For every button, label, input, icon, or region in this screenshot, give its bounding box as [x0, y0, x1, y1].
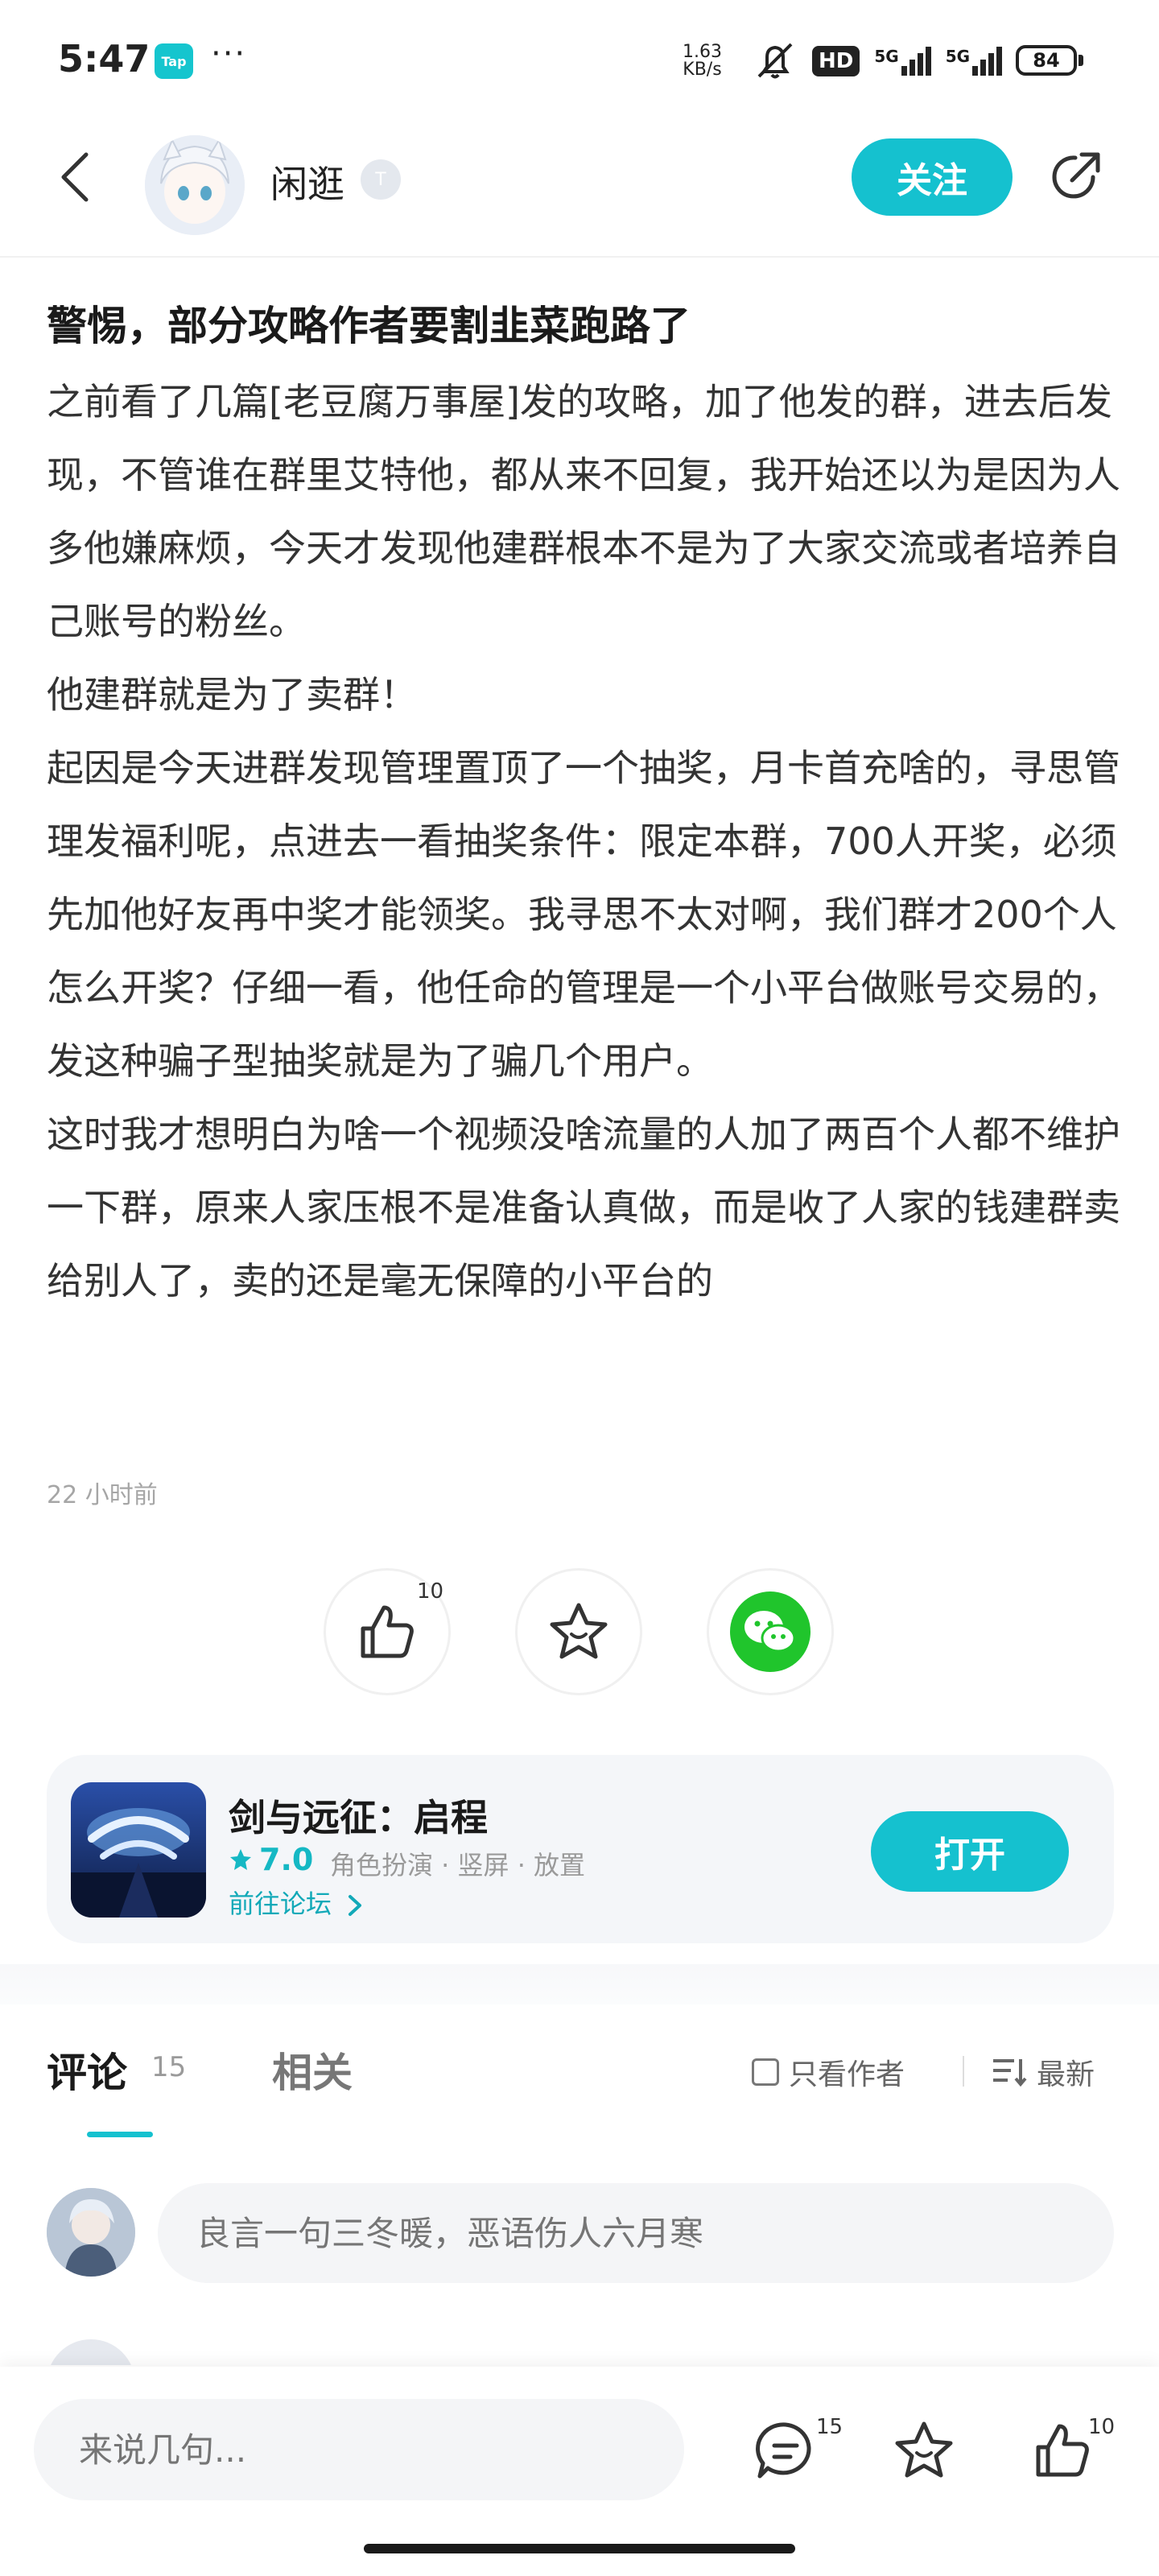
- game-rating: 7.0: [229, 1842, 313, 1877]
- author-only-checkbox[interactable]: [752, 2058, 779, 2086]
- signal-5g-icon-2: 5G: [946, 47, 1003, 76]
- tab-related[interactable]: 相关: [272, 2041, 353, 2099]
- game-name[interactable]: 剑与远征：启程: [229, 1789, 488, 1842]
- post-paragraph: 他建群就是为了卖群！: [47, 673, 417, 716]
- section-gap: [0, 1964, 1159, 2004]
- bottom-like-count: 10: [1088, 2415, 1116, 2439]
- filter-separator: [963, 2056, 964, 2087]
- header-divider: [0, 256, 1159, 258]
- star-icon: [895, 2421, 953, 2478]
- battery-icon: 84: [1016, 45, 1077, 76]
- status-time: 5:47: [58, 37, 151, 80]
- network-speed: 1.63 KB/s: [683, 43, 722, 79]
- comment-input[interactable]: [158, 2183, 1114, 2283]
- favorite-button[interactable]: [515, 1568, 642, 1695]
- network-speed-unit: KB/s: [683, 60, 722, 80]
- chevron-right-icon: [349, 1895, 362, 1916]
- go-to-forum-label: 前往论坛: [229, 1889, 332, 1919]
- post-paragraph: 之前看了几篇[老豆腐万事屋]发的攻略，加了他发的群，进去后发现，不管谁在群里艾特…: [47, 380, 1120, 643]
- active-tab-indicator: [87, 2132, 153, 2137]
- game-rating-value: 7.0: [259, 1842, 314, 1877]
- thumbs-up-icon: [1036, 2424, 1089, 2477]
- author-only-toggle[interactable]: 只看作者: [752, 2051, 905, 2093]
- author-name[interactable]: 闲逛: [270, 155, 344, 208]
- author-level-badge: T: [361, 159, 401, 200]
- game-tags: 角色扮演 · 竖屏 · 放置: [330, 1850, 586, 1880]
- battery-tip: [1079, 55, 1083, 66]
- tap-app-icon: Tap: [155, 43, 193, 79]
- wechat-icon: [730, 1591, 810, 1672]
- home-indicator[interactable]: [364, 2544, 795, 2553]
- current-user-avatar: [47, 2188, 135, 2277]
- tab-comments[interactable]: 评论: [47, 2041, 127, 2099]
- share-button[interactable]: [1043, 145, 1107, 209]
- open-game-button[interactable]: 打开: [871, 1811, 1069, 1892]
- post-body: 之前看了几篇[老豆腐万事屋]发的攻略，加了他发的群，进去后发现，不管谁在群里艾特…: [47, 365, 1125, 1318]
- go-to-forum-link[interactable]: 前往论坛: [229, 1884, 364, 1921]
- bottom-favorite-button[interactable]: [885, 2412, 963, 2489]
- wechat-share-button[interactable]: [707, 1568, 834, 1695]
- network-speed-value: 1.63: [683, 42, 722, 62]
- post-title: 警惕，部分攻略作者要割韭菜跑路了: [47, 303, 691, 349]
- thumbs-up-icon: [361, 1605, 414, 1658]
- tab-comments-count: 15: [151, 2051, 187, 2083]
- author-only-label: 只看作者: [789, 2058, 905, 2091]
- quick-comment-input[interactable]: [34, 2399, 684, 2500]
- star-icon: [550, 1603, 608, 1659]
- sort-button[interactable]: 最新: [992, 2051, 1095, 2093]
- sort-icon: [993, 2059, 1027, 2087]
- chevron-left-icon: [61, 152, 89, 202]
- comments-button[interactable]: [747, 2412, 824, 2489]
- sort-label: 最新: [1037, 2058, 1095, 2091]
- author-avatar[interactable]: [145, 135, 245, 235]
- star-filled-icon: [230, 1849, 251, 1870]
- post-timestamp: 22 小时前: [47, 1481, 158, 1509]
- comment-bubble-icon: [756, 2422, 811, 2479]
- hd-icon: HD: [812, 46, 860, 76]
- post-paragraph: 这时我才想明白为啥一个视频没啥流量的人加了两百个人都不维护一下群，原来人家压根不…: [47, 1113, 1120, 1302]
- status-icons: HD 5G 5G: [753, 39, 1003, 84]
- signal-5g-icon: 5G: [874, 47, 931, 76]
- game-icon[interactable]: [71, 1782, 206, 1918]
- like-count: 10: [417, 1579, 444, 1604]
- post-paragraph: 起因是今天进群发现管理置顶了一个抽奖，月卡首充啥的，寻思管理发福利呢，点进去一看…: [47, 746, 1120, 1083]
- mute-bell-icon: [757, 43, 793, 79]
- next-comment-peek: [47, 2333, 1117, 2365]
- more-notifications-icon: ···: [211, 35, 247, 72]
- follow-button[interactable]: 关注: [852, 138, 1013, 216]
- back-button[interactable]: [47, 145, 103, 209]
- bottom-comment-count: 15: [816, 2415, 843, 2439]
- share-icon: [1052, 152, 1100, 199]
